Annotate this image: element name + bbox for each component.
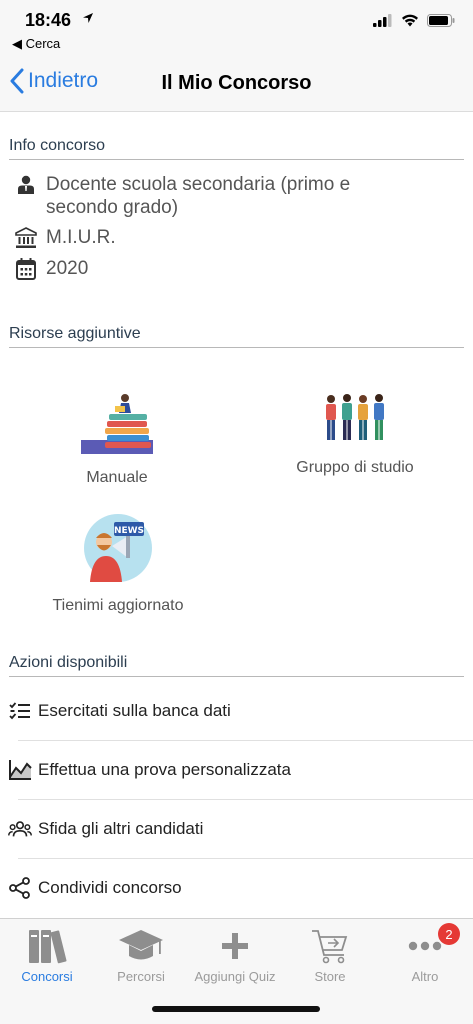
info-row-entity: M.I.U.R. (14, 226, 406, 250)
status-time: 18:46 (25, 10, 72, 30)
calendar-icon (14, 257, 38, 281)
section-divider (9, 347, 464, 348)
books-reader-illustration (81, 394, 153, 454)
tab-aggiungi-quiz[interactable]: Aggiungi Quiz (188, 925, 282, 984)
graduation-cap-icon (94, 925, 188, 967)
notification-badge: 2 (438, 923, 460, 945)
back-button-label: Indietro (28, 69, 99, 92)
section-divider (9, 159, 464, 160)
info-row-role: Docente scuola secondaria (primo e secon… (14, 173, 406, 219)
action-label: Effettua una prova personalizzata (38, 760, 291, 779)
status-bar: 18:46 ◀ Cerca (0, 0, 473, 56)
navigation-bar: Indietro Il Mio Concorso (0, 56, 473, 112)
svg-text:NEWS: NEWS (114, 526, 144, 536)
institution-icon (14, 226, 38, 250)
home-indicator (152, 1006, 320, 1012)
action-sfida-candidati[interactable]: Sfida gli altri candidati (0, 800, 473, 858)
tab-store[interactable]: Store (283, 925, 377, 984)
tab-label: Concorsi (21, 969, 73, 984)
tab-label: Aggiungi Quiz (194, 969, 276, 984)
section-divider (9, 676, 464, 677)
checklist-icon (8, 699, 32, 723)
resource-tienimi-aggiornato[interactable]: NEWS Tienimi aggiornato (48, 512, 188, 615)
tab-concorsi[interactable]: Concorsi (0, 925, 94, 984)
study-group-illustration (326, 394, 384, 440)
share-icon (8, 876, 32, 900)
battery-icon (427, 14, 455, 27)
tab-percorsi[interactable]: Percorsi (94, 925, 188, 984)
resource-label: Gruppo di studio (296, 459, 414, 476)
tab-label: Altro (411, 969, 439, 984)
action-esercitati[interactable]: Esercitati sulla banca dati (0, 682, 473, 740)
action-prova-personalizzata[interactable]: Effettua una prova personalizzata (0, 741, 473, 799)
action-condividi[interactable]: Condividi concorso (0, 859, 473, 917)
chart-icon (8, 758, 32, 782)
back-button[interactable]: Indietro (10, 68, 98, 94)
chevron-left-icon (10, 68, 24, 94)
section-title-info: Info concorso (9, 137, 106, 154)
wifi-icon (402, 14, 418, 27)
location-arrow-icon (82, 12, 94, 27)
info-row-year: 2020 (14, 257, 406, 281)
group-icon (8, 817, 32, 841)
info-year-text: 2020 (46, 258, 89, 279)
resource-manuale[interactable]: Manuale (67, 392, 167, 487)
tab-label: Store (314, 969, 346, 984)
action-label: Condividi concorso (38, 878, 182, 897)
action-label: Sfida gli altri candidati (38, 819, 204, 838)
status-indicators (373, 14, 455, 27)
info-role-text: Docente scuola secondaria (primo e secon… (46, 174, 351, 218)
info-entity-text: M.I.U.R. (46, 227, 116, 248)
resource-gruppo-studio[interactable]: Gruppo di studio (288, 392, 422, 477)
cart-icon (283, 925, 377, 967)
resource-label: Tienimi aggiornato (52, 597, 184, 614)
section-title-actions: Azioni disponibili (9, 654, 128, 671)
tab-label: Percorsi (117, 969, 165, 984)
books-icon (0, 925, 94, 967)
news-megaphone-illustration: NEWS (84, 514, 152, 582)
plus-icon (188, 925, 282, 967)
tab-altro[interactable]: 2 Altro (378, 923, 472, 984)
resource-label: Manuale (86, 469, 148, 486)
section-title-resources: Risorse aggiuntive (9, 325, 141, 342)
signal-icon (373, 14, 392, 27)
person-icon (14, 173, 38, 197)
status-back-to-app[interactable]: ◀ Cerca (12, 36, 60, 52)
action-label: Esercitati sulla banca dati (38, 701, 231, 720)
